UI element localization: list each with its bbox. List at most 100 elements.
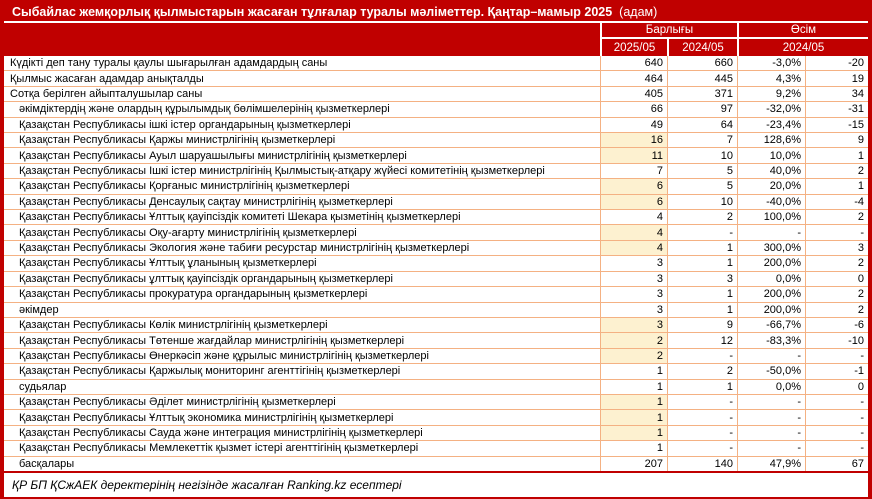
cell-growth-abs: -	[805, 410, 868, 424]
cell-total-2024: 445	[667, 71, 737, 85]
column-group-growth: Өсім	[737, 23, 868, 37]
cell-growth-abs: -6	[805, 318, 868, 332]
cell-total-2024: 5	[667, 164, 737, 178]
table-row: Қазақстан Республикасы Оқу-ағарту минист…	[4, 225, 868, 240]
table-row: Қазақстан Республикасы Ұлттық экономика …	[4, 410, 868, 425]
row-label: Қазақстан Республикасы Оқу-ағарту минист…	[4, 225, 600, 239]
column-total-2024: 2024/05	[667, 39, 737, 56]
cell-total-2024: 660	[667, 56, 737, 70]
report-units: (адам)	[619, 5, 657, 19]
cell-total-2025: 3	[600, 256, 667, 270]
table-row: Қазақстан Республикасы Қаржылық монитори…	[4, 364, 868, 379]
cell-total-2025: 7	[600, 164, 667, 178]
cell-growth-abs: 2	[805, 303, 868, 317]
cell-total-2025: 4	[600, 241, 667, 255]
cell-total-2025: 1	[600, 441, 667, 455]
row-label: Қазақстан Республикасы Ұлттық қауіпсізді…	[4, 210, 600, 224]
column-total-2025: 2025/05	[600, 39, 667, 56]
cell-growth-pct: 100,0%	[737, 210, 805, 224]
table-row: Қазақстан Республикасы ұлттық қауіпсізді…	[4, 272, 868, 287]
column-growth-2024: 2024/05	[737, 39, 868, 56]
cell-growth-pct: 40,0%	[737, 164, 805, 178]
cell-total-2025: 3	[600, 303, 667, 317]
cell-growth-pct: 47,9%	[737, 457, 805, 471]
row-label: Сотқа берілген айыпталушылар саны	[4, 87, 600, 101]
table-row: Қазақстан Республикасы ішкі істер органд…	[4, 118, 868, 133]
row-label: Қазақстан Республикасы Төтенше жағдайлар…	[4, 333, 600, 347]
row-label: басқалары	[4, 457, 600, 471]
cell-growth-abs: -15	[805, 118, 868, 132]
cell-growth-pct: -	[737, 441, 805, 455]
cell-growth-pct: -3,0%	[737, 56, 805, 70]
row-label: Қазақстан Республикасы Өнеркәсіп және құ…	[4, 349, 600, 363]
cell-growth-abs: 34	[805, 87, 868, 101]
cell-total-2024: 9	[667, 318, 737, 332]
cell-growth-pct: 20,0%	[737, 179, 805, 193]
cell-total-2024: 1	[667, 303, 737, 317]
table-row: Қазақстан Республикасы Сауда және интегр…	[4, 426, 868, 441]
report-title: Сыбайлас жемқорлық қылмыстарын жасаған т…	[4, 2, 868, 23]
cell-total-2025: 405	[600, 87, 667, 101]
cell-total-2025: 6	[600, 179, 667, 193]
cell-total-2025: 11	[600, 148, 667, 162]
row-label: Қазақстан Республикасы Экология және таб…	[4, 241, 600, 255]
cell-total-2024: 1	[667, 287, 737, 301]
cell-total-2024: 7	[667, 133, 737, 147]
cell-growth-abs: -	[805, 441, 868, 455]
row-label: Қазақстан Республикасы Денсаулық сақтау …	[4, 195, 600, 209]
cell-growth-pct: -83,3%	[737, 333, 805, 347]
cell-total-2025: 3	[600, 318, 667, 332]
cell-growth-abs: 9	[805, 133, 868, 147]
cell-total-2025: 4	[600, 210, 667, 224]
cell-total-2024: -	[667, 349, 737, 363]
cell-total-2024: 2	[667, 364, 737, 378]
table-body: Күдікті деп тану туралы қаулы шығарылған…	[4, 56, 868, 471]
row-label: Қазақстан Республикасы Әділет министрліг…	[4, 395, 600, 409]
cell-total-2025: 3	[600, 272, 667, 286]
row-label: Қылмыс жасаған адамдар анықталды	[4, 71, 600, 85]
cell-growth-abs: 0	[805, 380, 868, 394]
cell-growth-pct: 200,0%	[737, 256, 805, 270]
cell-total-2025: 1	[600, 380, 667, 394]
row-label: Қазақстан Республикасы Қорғаныс министрл…	[4, 179, 600, 193]
cell-growth-abs: -	[805, 426, 868, 440]
cell-growth-pct: 128,6%	[737, 133, 805, 147]
table-row: Сотқа берілген айыпталушылар саны 405 37…	[4, 87, 868, 102]
cell-total-2024: -	[667, 441, 737, 455]
cell-growth-pct: -	[737, 225, 805, 239]
table-row: Қазақстан Республикасы Денсаулық сақтау …	[4, 195, 868, 210]
header-columns: Барлығы Өсім 2025/05 2024/05 2024/05	[600, 23, 868, 56]
cell-total-2024: 5	[667, 179, 737, 193]
table-row: Қазақстан Республикасы Ішкі істер минист…	[4, 164, 868, 179]
row-label: Қазақстан Республикасы Ішкі істер минист…	[4, 164, 600, 178]
cell-growth-abs: -1	[805, 364, 868, 378]
cell-total-2024: 1	[667, 380, 737, 394]
table-row: Қазақстан Республикасы Қаржы министрлігі…	[4, 133, 868, 148]
cell-growth-pct: 4,3%	[737, 71, 805, 85]
row-label: әкімдіктердің және олардың құрылымдық бө…	[4, 102, 600, 116]
cell-growth-pct: -	[737, 395, 805, 409]
table-row: Қазақстан Республикасы Төтенше жағдайлар…	[4, 333, 868, 348]
table-row: Қазақстан Республикасы Мемлекеттік қызме…	[4, 441, 868, 456]
cell-growth-abs: 2	[805, 287, 868, 301]
table-row: Қазақстан Республикасы Қорғаныс министрл…	[4, 179, 868, 194]
cell-total-2024: 10	[667, 195, 737, 209]
cell-growth-pct: -32,0%	[737, 102, 805, 116]
table-row: Қазақстан Республикасы Ұлттық қауіпсізді…	[4, 210, 868, 225]
table-row: Қазақстан Республикасы Өнеркәсіп және құ…	[4, 349, 868, 364]
row-label: Қазақстан Республикасы Қаржы министрлігі…	[4, 133, 600, 147]
cell-growth-pct: 0,0%	[737, 380, 805, 394]
cell-growth-pct: -66,7%	[737, 318, 805, 332]
cell-total-2025: 4	[600, 225, 667, 239]
row-label: Қазақстан Республикасы Қаржылық монитори…	[4, 364, 600, 378]
cell-growth-abs: -31	[805, 102, 868, 116]
cell-growth-abs: 0	[805, 272, 868, 286]
table-header: Барлығы Өсім 2025/05 2024/05 2024/05	[4, 23, 868, 56]
cell-total-2025: 66	[600, 102, 667, 116]
table-row: Қылмыс жасаған адамдар анықталды 464 445…	[4, 71, 868, 86]
header-group-row: Барлығы Өсім	[600, 23, 868, 39]
cell-total-2025: 16	[600, 133, 667, 147]
cell-growth-abs: 3	[805, 241, 868, 255]
cell-total-2025: 6	[600, 195, 667, 209]
row-label: судьялар	[4, 380, 600, 394]
